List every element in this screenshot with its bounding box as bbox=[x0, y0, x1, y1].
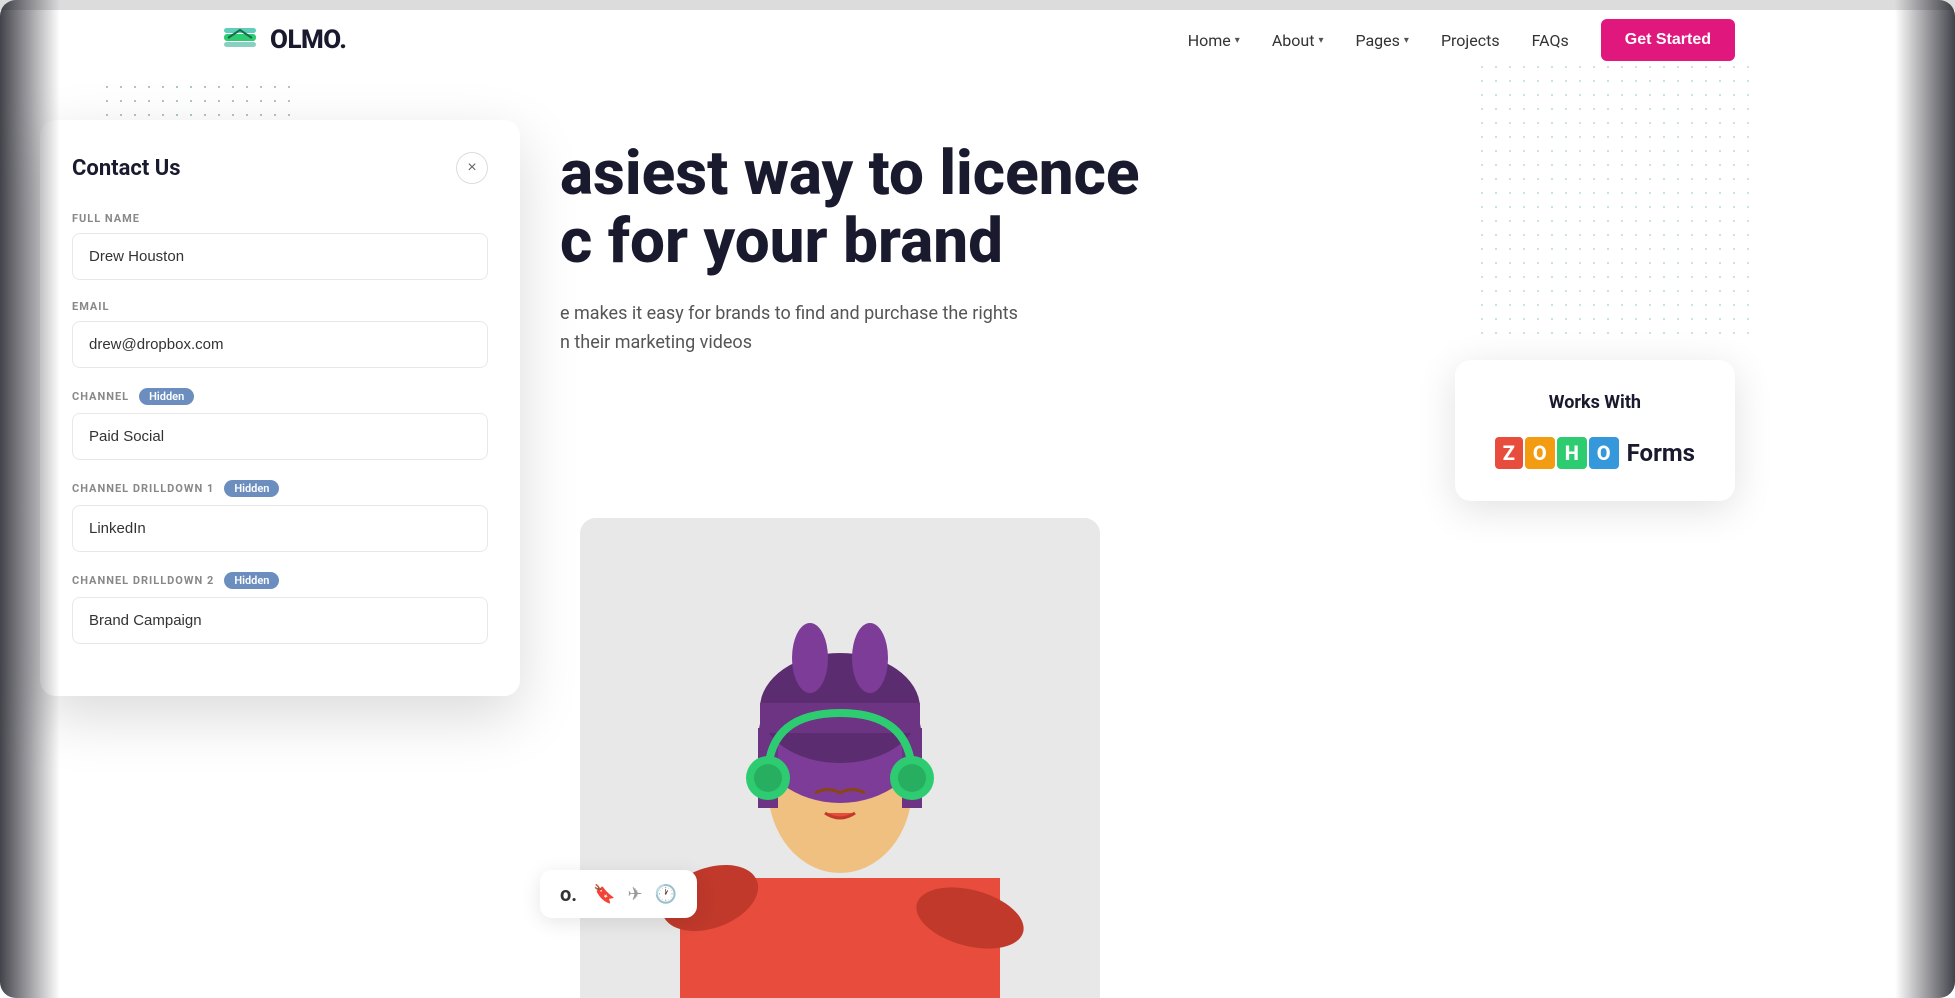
channel-drilldown2-hidden-badge: Hidden bbox=[224, 572, 279, 589]
small-card: o. 🔖 ✈ 🕐 bbox=[540, 870, 697, 918]
zoho-h: H bbox=[1557, 437, 1587, 469]
device-frame-top bbox=[0, 0, 1955, 10]
channel-input[interactable] bbox=[72, 413, 488, 460]
email-group: EMAIL bbox=[72, 300, 488, 368]
zoho-forms-text: Forms bbox=[1627, 439, 1695, 467]
contact-modal-overlay: Contact Us × FULL NAME EMAIL CHANNEL Hid… bbox=[40, 120, 520, 696]
about-chevron-icon: ▾ bbox=[1318, 35, 1323, 46]
channel-drilldown2-group: CHANNEL DRILLDOWN 2 Hidden bbox=[72, 572, 488, 644]
modal-title: Contact Us bbox=[72, 156, 181, 181]
pages-chevron-icon: ▾ bbox=[1404, 35, 1409, 46]
channel-drilldown1-label: CHANNEL DRILLDOWN 1 Hidden bbox=[72, 480, 488, 497]
channel-label: CHANNEL Hidden bbox=[72, 388, 488, 405]
contact-modal: Contact Us × FULL NAME EMAIL CHANNEL Hid… bbox=[40, 120, 520, 696]
device-frame-left bbox=[0, 0, 60, 998]
modal-header: Contact Us × bbox=[72, 152, 488, 184]
hero-image bbox=[580, 518, 1100, 998]
channel-group: CHANNEL Hidden bbox=[72, 388, 488, 460]
person-illustration bbox=[580, 518, 1100, 998]
nav-about[interactable]: About ▾ bbox=[1272, 31, 1324, 50]
bookmark-icon: 🔖 bbox=[593, 884, 615, 905]
nav-links: Home ▾ About ▾ Pages ▾ Projects FAQs Get… bbox=[1188, 19, 1735, 61]
dot-pattern-right bbox=[1475, 60, 1755, 340]
home-chevron-icon: ▾ bbox=[1235, 35, 1240, 46]
email-input[interactable] bbox=[72, 321, 488, 368]
hero-subtitle: e makes it easy for brands to find and p… bbox=[560, 300, 1160, 358]
card-logo: o. bbox=[560, 882, 577, 906]
zoho-o2: O bbox=[1589, 437, 1619, 469]
zoho-o: O bbox=[1525, 437, 1555, 469]
channel-drilldown1-input[interactable] bbox=[72, 505, 488, 552]
get-started-button[interactable]: Get Started bbox=[1601, 19, 1735, 61]
channel-drilldown2-input[interactable] bbox=[72, 597, 488, 644]
works-with-card: Works With Z O H O Forms bbox=[1455, 360, 1735, 501]
full-name-label: FULL NAME bbox=[72, 212, 488, 225]
zoho-letters: Z O H O bbox=[1495, 437, 1619, 469]
logo[interactable]: OLMO. bbox=[220, 20, 346, 60]
channel-hidden-badge: Hidden bbox=[139, 388, 194, 405]
channel-drilldown1-hidden-badge: Hidden bbox=[224, 480, 279, 497]
channel-drilldown1-group: CHANNEL DRILLDOWN 1 Hidden bbox=[72, 480, 488, 552]
nav-projects[interactable]: Projects bbox=[1441, 31, 1500, 50]
email-label: EMAIL bbox=[72, 300, 488, 313]
clock-icon: 🕐 bbox=[655, 884, 677, 905]
works-with-title: Works With bbox=[1495, 392, 1695, 413]
zoho-logo: Z O H O Forms bbox=[1495, 437, 1695, 469]
full-name-group: FULL NAME bbox=[72, 212, 488, 280]
channel-drilldown2-label: CHANNEL DRILLDOWN 2 Hidden bbox=[72, 572, 488, 589]
zoho-z: Z bbox=[1495, 437, 1523, 469]
full-name-input[interactable] bbox=[72, 233, 488, 280]
logo-text: OLMO. bbox=[270, 25, 346, 55]
close-button[interactable]: × bbox=[456, 152, 488, 184]
nav-pages[interactable]: Pages ▾ bbox=[1355, 31, 1408, 50]
nav-faqs[interactable]: FAQs bbox=[1532, 31, 1569, 50]
card-icons: 🔖 ✈ 🕐 bbox=[593, 884, 677, 905]
logo-icon bbox=[220, 20, 260, 60]
nav-home[interactable]: Home ▾ bbox=[1188, 31, 1240, 50]
device-frame-right bbox=[1895, 0, 1955, 998]
send-icon: ✈ bbox=[628, 884, 643, 905]
